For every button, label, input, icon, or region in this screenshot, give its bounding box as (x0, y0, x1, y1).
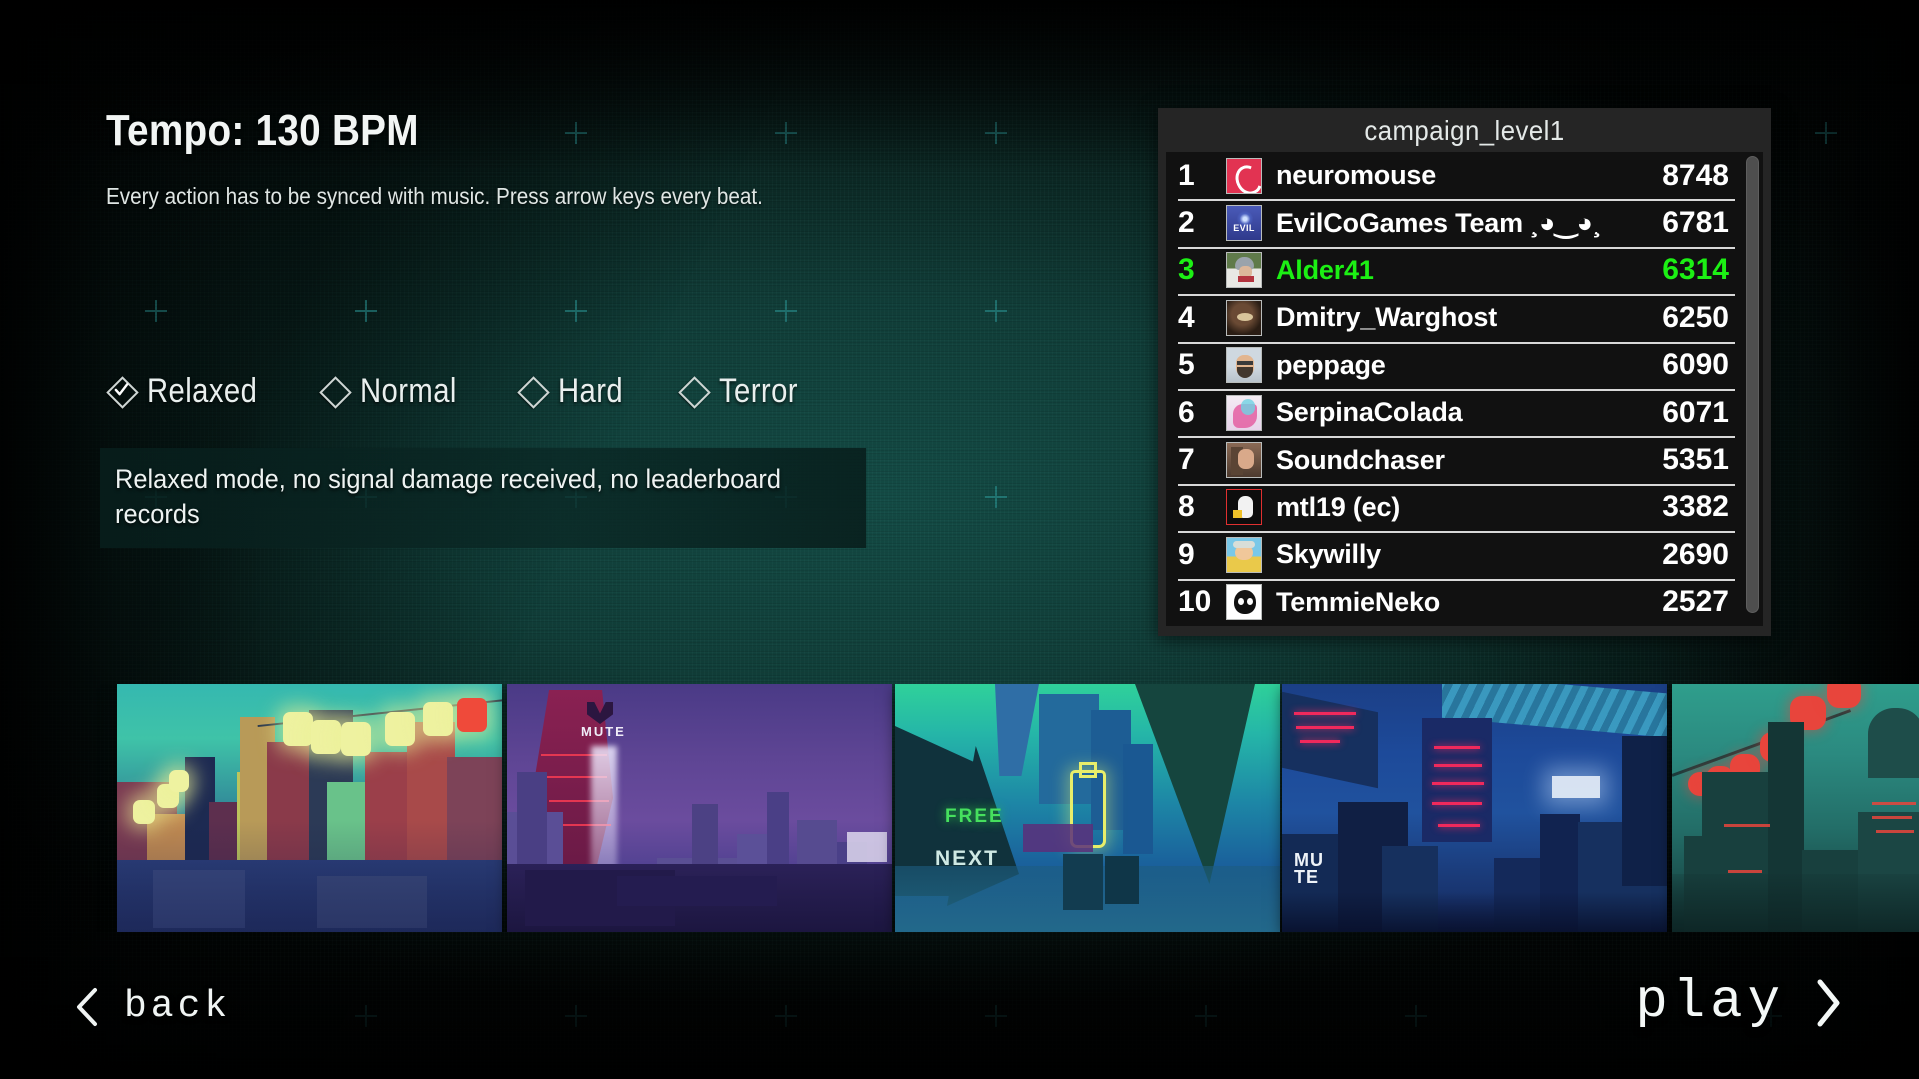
leaderboard-list: 1 neuromouse 8748 2 EVIL EvilCoGames Tea… (1166, 152, 1743, 626)
table-row[interactable]: 6 SerpinaColada 6071 (1166, 388, 1743, 436)
rank-value: 2 (1178, 206, 1195, 240)
score-value: 8748 (1662, 158, 1729, 192)
difficulty-option-normal[interactable]: Normal (319, 372, 473, 411)
difficulty-option-relaxed[interactable]: Relaxed (106, 372, 275, 411)
score-value: 6090 (1662, 348, 1729, 382)
difficulty-description: Relaxed mode, no signal damage received,… (100, 448, 867, 549)
diamond-radio-icon (677, 376, 711, 409)
difficulty-label: Normal (360, 372, 458, 410)
rank-value: 5 (1178, 348, 1195, 382)
diamond-radio-icon (106, 376, 139, 409)
table-row[interactable]: 7 Soundchaser 5351 (1166, 436, 1743, 483)
skywilly-avatar (1226, 536, 1262, 573)
back-button[interactable]: back (72, 985, 231, 1028)
score-value: 6250 (1662, 300, 1729, 334)
game-level-select-screen: Tempo: 130 BPM Every action has to be sy… (0, 0, 1919, 1079)
player-name: TemmieNeko (1276, 586, 1441, 617)
level-thumb-3[interactable]: FREE NEXT (895, 684, 1280, 932)
alder-avatar (1226, 252, 1262, 289)
difficulty-label: Hard (557, 372, 623, 410)
rank-value: 4 (1178, 300, 1195, 334)
table-row[interactable]: 2 EVIL EvilCoGames Team ¸◕‿◕¸ 6781 (1166, 199, 1743, 246)
level-thumb-5[interactable] (1672, 684, 1919, 932)
difficulty-label: Relaxed (147, 372, 258, 410)
level-sign-text: MUTE (581, 724, 626, 739)
score-value: 6314 (1662, 253, 1729, 287)
player-name: neuromouse (1276, 160, 1437, 191)
level-artwork: MUTE (1282, 684, 1667, 932)
leaderboard-panel: campaign_level1 1 neuromouse 8748 2 EVIL… (1158, 108, 1771, 636)
player-name: peppage (1276, 349, 1386, 380)
level-artwork (117, 684, 502, 932)
rank-value: 8 (1178, 490, 1195, 524)
player-name: Alder41 (1276, 254, 1374, 285)
player-name: EvilCoGames Team ¸◕‿◕¸ (1276, 207, 1602, 238)
score-value: 5351 (1662, 443, 1729, 477)
level-sign-free: FREE (945, 806, 1004, 827)
diamond-radio-icon (517, 376, 550, 409)
rank-value: 9 (1178, 537, 1195, 571)
page-description: Every action has to be synced with music… (106, 183, 763, 209)
page-title: Tempo: 130 BPM (106, 106, 419, 155)
peppage-avatar (1226, 347, 1262, 384)
level-artwork (1672, 684, 1919, 932)
table-row[interactable]: 1 neuromouse 8748 (1166, 152, 1743, 199)
level-thumbnail-carousel: MUTE FREE NEXT MU TE (0, 684, 1919, 932)
debian-avatar (1226, 157, 1262, 194)
level-thumb-2[interactable]: MUTE (507, 684, 892, 932)
player-name: Dmitry_Warghost (1276, 302, 1498, 333)
table-row[interactable]: 5 peppage 6090 (1166, 341, 1743, 389)
score-value: 6781 (1662, 206, 1729, 240)
play-label: play (1635, 972, 1785, 1033)
level-sign-text: MUTE (1294, 850, 1324, 888)
score-value: 2527 (1662, 585, 1729, 619)
rank-value: 1 (1178, 158, 1195, 192)
mtl19-avatar (1226, 489, 1262, 526)
evil-avatar: EVIL (1226, 205, 1262, 242)
table-row-current-player[interactable]: 3 Alder41 6314 (1166, 246, 1743, 294)
table-row[interactable]: 10 TemmieNeko 2527 (1166, 578, 1743, 626)
back-label: back (124, 985, 232, 1028)
level-thumb-1[interactable] (117, 684, 502, 932)
diamond-radio-icon (319, 376, 353, 409)
player-name: mtl19 (ec) (1276, 491, 1401, 522)
rank-value: 3 (1178, 253, 1195, 287)
score-value: 6071 (1662, 395, 1729, 429)
level-artwork: FREE NEXT (895, 684, 1280, 932)
level-thumb-4[interactable]: MU TE (1282, 684, 1667, 932)
player-name: Skywilly (1276, 539, 1381, 570)
difficulty-option-terror[interactable]: Terror (677, 372, 811, 411)
serpina-avatar (1226, 394, 1262, 431)
difficulty-selector: Relaxed Normal Hard Terror (106, 372, 856, 411)
table-row[interactable]: 9 Skywilly 2690 (1166, 531, 1743, 578)
dmitry-avatar (1226, 299, 1262, 336)
score-value: 2690 (1662, 537, 1729, 571)
play-button[interactable]: play (1635, 972, 1847, 1033)
rank-value: 7 (1178, 443, 1195, 477)
score-value: 3382 (1662, 490, 1729, 524)
temmie-avatar (1226, 584, 1262, 621)
difficulty-label: Terror (718, 372, 798, 410)
leaderboard-scrollbar[interactable] (1746, 156, 1759, 622)
leaderboard-body: 1 neuromouse 8748 2 EVIL EvilCoGames Tea… (1166, 152, 1763, 626)
soundchaser-avatar (1226, 442, 1262, 479)
rank-value: 6 (1178, 395, 1195, 429)
chevron-right-icon (1817, 979, 1840, 1026)
leaderboard-title: campaign_level1 (1364, 115, 1565, 146)
chevron-left-icon (77, 987, 97, 1026)
table-row[interactable]: 4 Dmitry_Warghost 6250 (1166, 294, 1743, 341)
rank-value: 10 (1178, 585, 1212, 619)
difficulty-option-hard[interactable]: Hard (517, 372, 634, 411)
scrollbar-thumb[interactable] (1746, 156, 1759, 613)
table-row[interactable]: 8 mtl19 (ec) 3382 (1166, 483, 1743, 531)
check-icon (114, 383, 129, 396)
level-artwork: MUTE (507, 684, 892, 932)
player-name: SerpinaColada (1276, 397, 1463, 428)
player-name: Soundchaser (1276, 444, 1445, 475)
